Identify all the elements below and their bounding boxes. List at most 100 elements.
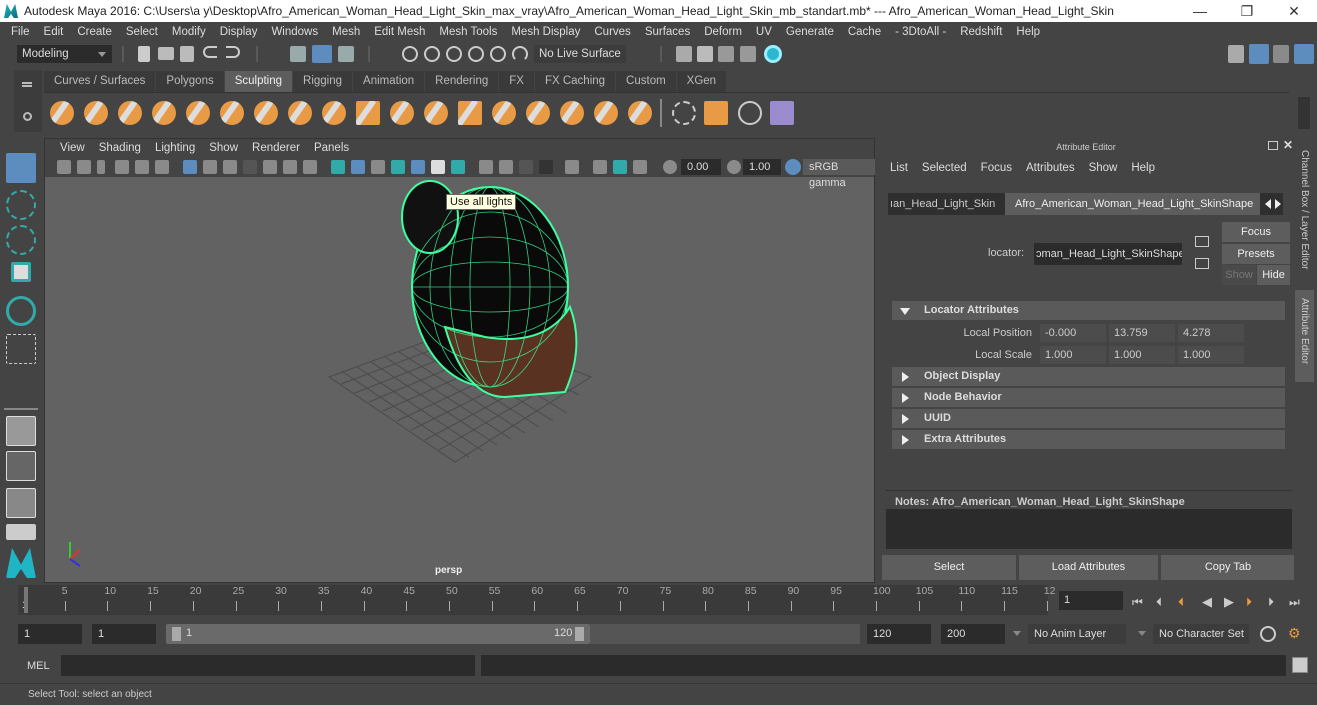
safe-action-icon[interactable] (283, 160, 297, 174)
time-slider[interactable]: 1510152025303540455055606570758085909510… (18, 585, 1055, 615)
vp-menu-show[interactable]: Show (202, 142, 245, 154)
menu-mesh-tools[interactable]: Mesh Tools (432, 26, 504, 38)
menu-3dtoall[interactable]: - 3DtoAll - (888, 26, 953, 38)
menu-modify[interactable]: Modify (165, 26, 213, 38)
shelf-tab-curves-surfaces[interactable]: Curves / Surfaces (44, 71, 156, 92)
menu-cache[interactable]: Cache (841, 26, 888, 38)
ae-tab-transform[interactable]: ıan_Head_Light_Skin (888, 193, 1003, 215)
use-all-lights-icon[interactable] (411, 160, 425, 174)
focus-button[interactable]: Focus (1222, 222, 1290, 242)
smooth-shade-icon[interactable] (351, 160, 365, 174)
copy-tab-button[interactable]: Copy Tab (1161, 555, 1295, 580)
vp-menu-panels[interactable]: Panels (307, 142, 356, 154)
gamma-field[interactable]: 1.00 (743, 159, 781, 175)
load-attributes-button[interactable]: Load Attributes (1019, 555, 1158, 580)
scale-tool-icon[interactable] (6, 334, 36, 364)
gate-mask-icon[interactable] (243, 160, 257, 174)
menu-select[interactable]: Select (119, 26, 165, 38)
playback-start-field[interactable]: 1 (92, 624, 156, 644)
shelf-tab-rendering[interactable]: Rendering (425, 71, 499, 92)
ae-menu-selected[interactable]: Selected (922, 162, 967, 174)
ae-menu-help[interactable]: Help (1131, 162, 1155, 174)
animation-prefs-icon[interactable]: ⚙ (1288, 625, 1301, 642)
scrape-tool-icon[interactable] (424, 101, 448, 125)
input-connections-icon[interactable] (1195, 236, 1209, 247)
wireframe-on-shaded-icon[interactable] (371, 160, 385, 174)
menu-help[interactable]: Help (1009, 26, 1047, 38)
menu-uv[interactable]: UV (749, 26, 779, 38)
sculpt-set-icon[interactable] (704, 101, 728, 125)
show-button[interactable]: Show (1222, 265, 1256, 285)
current-frame-field[interactable]: 1 (1059, 591, 1123, 610)
step-back-frame-icon[interactable]: ⏴ (1156, 595, 1162, 610)
shadows-icon[interactable] (431, 160, 445, 174)
menuset-dropdown[interactable]: Modeling (17, 45, 112, 63)
rotate-tool-icon[interactable] (6, 296, 36, 326)
xray-components-icon[interactable] (613, 160, 627, 174)
resolution-gate-icon[interactable] (223, 160, 237, 174)
shelf-tab-fx[interactable]: FX (499, 71, 534, 92)
ae-menu-attributes[interactable]: Attributes (1026, 162, 1075, 174)
select-object-icon[interactable] (312, 45, 332, 63)
step-forward-key-icon[interactable]: ⏵ (1246, 595, 1252, 610)
shelf-tab-sculpting[interactable]: Sculpting (224, 71, 293, 92)
menu-edit-mesh[interactable]: Edit Mesh (367, 26, 432, 38)
local-position-x-field[interactable]: -0.000 (1040, 324, 1106, 342)
play-backward-icon[interactable]: ◀ (1202, 594, 1212, 610)
wax-tool-icon[interactable] (390, 101, 414, 125)
range-end-handle[interactable] (575, 627, 584, 641)
presets-button[interactable]: Presets (1222, 244, 1290, 264)
mel-label[interactable]: MEL (27, 660, 50, 672)
vp-menu-shading[interactable]: Shading (92, 142, 148, 154)
section-node-behavior[interactable]: Node Behavior (892, 388, 1285, 407)
local-position-y-field[interactable]: 13.759 (1109, 324, 1175, 342)
undo-icon[interactable] (203, 46, 217, 58)
motion-blur-icon[interactable] (479, 160, 493, 174)
imprint-tool-icon[interactable] (356, 101, 380, 125)
node-name-field[interactable]: ɔman_Head_Light_SkinShape (1034, 243, 1182, 265)
shelf-scroll[interactable] (1298, 97, 1310, 129)
four-pane-layout-icon[interactable] (6, 451, 36, 481)
ae-menu-list[interactable]: List (890, 162, 908, 174)
foamy-tool-icon[interactable] (254, 101, 278, 125)
select-hierarchy-icon[interactable] (290, 46, 306, 62)
menu-generate[interactable]: Generate (779, 26, 841, 38)
local-scale-z-field[interactable]: 1.000 (1178, 346, 1244, 364)
knife-tool-icon[interactable] (492, 101, 516, 125)
ae-menu-show[interactable]: Show (1089, 162, 1118, 174)
menu-surfaces[interactable]: Surfaces (638, 26, 697, 38)
menu-display[interactable]: Display (213, 26, 265, 38)
hide-button[interactable]: Hide (1257, 265, 1290, 285)
redo-icon[interactable] (226, 46, 240, 58)
grease-pencil-icon[interactable] (155, 160, 169, 174)
shelf-tab-rigging[interactable]: Rigging (293, 71, 353, 92)
output-connections-icon[interactable] (1195, 258, 1209, 269)
two-pane-layout-icon[interactable] (6, 488, 36, 518)
open-scene-icon[interactable] (158, 47, 174, 60)
range-start-handle[interactable] (172, 627, 181, 641)
channel-box-tab[interactable]: Channel Box / Layer Editor (1299, 150, 1310, 270)
move-tool-icon[interactable] (11, 262, 31, 282)
image-plane-icon[interactable] (115, 160, 129, 174)
shelf-settings-gear-icon[interactable] (23, 112, 32, 121)
field-chart-icon[interactable] (263, 160, 277, 174)
minimize-button[interactable]: — (1177, 0, 1223, 22)
shelf-tab-animation[interactable]: Animation (353, 71, 425, 92)
menu-mesh-display[interactable]: Mesh Display (504, 26, 587, 38)
attribute-editor-tab[interactable]: Attribute Editor (1295, 290, 1314, 382)
tab-scroll-left-icon[interactable] (1265, 199, 1271, 209)
color-space-dropdown[interactable]: sRGB gamma (803, 159, 875, 189)
select-button[interactable]: Select (882, 555, 1016, 580)
shelf-tab-fx-caching[interactable]: FX Caching (534, 71, 616, 92)
hud-icon[interactable] (633, 160, 647, 174)
safe-title-icon[interactable] (303, 160, 317, 174)
shelf-tab-custom[interactable]: Custom (616, 71, 676, 92)
depth-of-field-icon[interactable] (519, 160, 533, 174)
grab-tool-icon[interactable] (152, 101, 176, 125)
viewport-panel[interactable]: View Shading Lighting Show Renderer Pane… (44, 138, 875, 583)
vp-menu-lighting[interactable]: Lighting (148, 142, 202, 154)
render-settings-icon[interactable] (740, 46, 756, 62)
close-panel-icon[interactable]: ✕ (1283, 138, 1293, 152)
select-component-icon[interactable] (338, 46, 354, 62)
auto-key-icon[interactable] (1260, 626, 1276, 642)
